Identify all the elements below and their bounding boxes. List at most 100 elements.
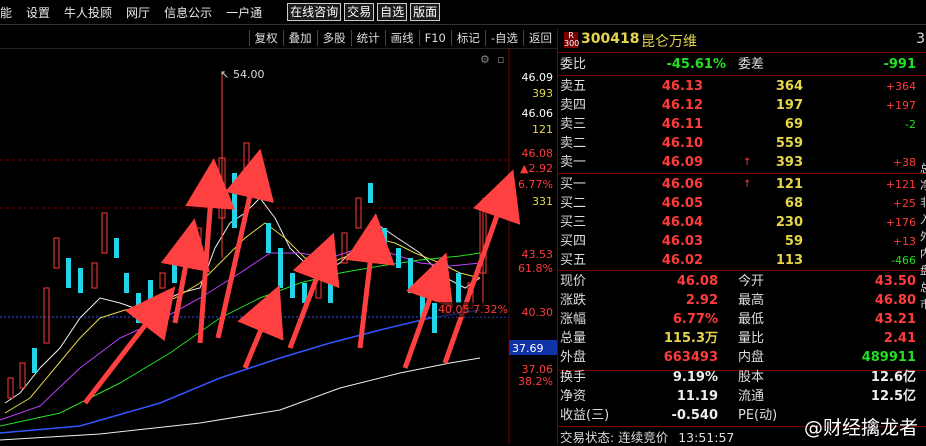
- candle: [408, 258, 413, 293]
- adjust-price-button[interactable]: 复权: [248, 30, 283, 46]
- stat-value: 46.80: [874, 293, 916, 308]
- candle: [91, 262, 98, 289]
- menu-item-functions[interactable]: 能: [0, 4, 12, 21]
- sell-price: 46.11: [661, 117, 703, 132]
- buy-change: +176: [885, 216, 916, 229]
- draw-line-button[interactable]: 画线: [384, 30, 419, 46]
- buy-volume: 121: [775, 177, 803, 192]
- buy-row[interactable]: 买三 46.04 230 +176: [558, 213, 918, 232]
- menu-item-advisor[interactable]: 牛人投顾: [64, 4, 112, 21]
- candle: [328, 273, 333, 303]
- back-button[interactable]: 返回: [523, 30, 557, 46]
- buy-label: 买四: [560, 234, 587, 249]
- sell-volume: 197: [775, 98, 803, 113]
- layout-button[interactable]: 版面: [410, 3, 441, 21]
- candle: [148, 280, 153, 300]
- trade-button[interactable]: 交易: [344, 3, 375, 21]
- buy-price: 46.04: [661, 215, 703, 230]
- stat-label: 换手: [560, 370, 587, 385]
- candle: [114, 238, 119, 258]
- menu-item-settings[interactable]: 设置: [26, 4, 50, 21]
- sell-label: 卖四: [560, 98, 587, 113]
- buy-change: +121: [885, 178, 916, 191]
- divider: [558, 75, 926, 76]
- add-watchlist-button[interactable]: -自选: [484, 30, 523, 46]
- candle: [290, 273, 295, 298]
- stat-label: 收益(三): [560, 408, 610, 423]
- buy-row[interactable]: 买一 46.06 121 +121 ↑: [558, 175, 918, 194]
- stat-value: 9.19%: [672, 370, 718, 385]
- sell-label: 卖五: [560, 79, 587, 94]
- stat-label: 今开: [738, 274, 765, 289]
- sell-volume: 559: [775, 136, 803, 151]
- stat-label: 流通: [738, 389, 765, 404]
- buy-volume: 68: [784, 196, 803, 211]
- axis-price-a: 46.09: [522, 71, 554, 84]
- f10-button[interactable]: F10: [418, 30, 451, 46]
- menu-item-account-link[interactable]: 一户通: [226, 4, 262, 21]
- candle: [19, 362, 26, 389]
- axis-vol-c: 331: [532, 195, 553, 208]
- buy-row[interactable]: 买四 46.03 59 +13: [558, 232, 918, 251]
- sell-row[interactable]: 卖五 46.13 364 +364: [558, 77, 918, 96]
- stat-row: 现价 46.08 今开 43.50: [558, 272, 918, 291]
- sell-row[interactable]: 卖三 46.11 69 -2: [558, 115, 918, 134]
- sell-row[interactable]: 卖四 46.12 197 +197: [558, 96, 918, 115]
- stat-value: 2.41: [883, 331, 916, 346]
- candle: [396, 248, 401, 268]
- candle: [456, 273, 461, 303]
- chart-options-icon[interactable]: ⚙: [480, 53, 490, 66]
- candle: [368, 183, 373, 203]
- statistics-button[interactable]: 统计: [350, 30, 385, 46]
- stat-row: 涨幅 6.77% 最低 43.21: [558, 310, 918, 329]
- sell-row[interactable]: 卖一 46.09 393 +38 ↑: [558, 153, 918, 172]
- stat-value: 663493: [663, 350, 718, 365]
- candlestick-chart[interactable]: ↖ 54.00 46.09 393 46.06 121 46.08 ▲2.92 …: [0, 48, 557, 445]
- menu-bar: 能 设置 牛人投顾 网厅 信息公示 一户通 在线咨询 交易 自选 版面: [0, 0, 926, 25]
- buy-row[interactable]: 买二 46.05 68 +25: [558, 194, 918, 213]
- ratio-value: -45.61%: [666, 57, 726, 72]
- menu-item-online-hall[interactable]: 网厅: [126, 4, 150, 21]
- trade-status-label: 交易状态:: [560, 430, 615, 445]
- chart-collapse-icon[interactable]: ▫: [497, 53, 504, 66]
- trade-status: 交易状态: 连续竞价 13:51:57: [560, 427, 734, 446]
- buy-change: +13: [892, 235, 916, 248]
- sell-row[interactable]: 卖二 46.10 559: [558, 134, 918, 153]
- current-price-label: 37.69: [512, 342, 544, 355]
- ma-line-long: [0, 357, 481, 441]
- stock-name: 昆仑万维: [641, 34, 697, 50]
- axis-level-3-pct: 38.2%: [518, 375, 553, 388]
- buy-change: +25: [892, 197, 916, 210]
- buy-row[interactable]: 买五 46.02 113 -466: [558, 251, 918, 270]
- overlay-button[interactable]: 叠加: [282, 30, 317, 46]
- peak-label: 54.00: [233, 68, 265, 81]
- diff-value: -991: [883, 57, 916, 72]
- right-edge-panel: 总净非入外内盘总市: [920, 160, 926, 313]
- multi-stock-button[interactable]: 多股: [316, 30, 351, 46]
- edge-char: 总: [920, 162, 926, 175]
- axis-change-c: ▲2.92: [520, 162, 553, 175]
- sell-label: 卖一: [560, 155, 587, 170]
- badge-bottom: 300: [564, 39, 580, 48]
- edge-char: 市: [920, 298, 926, 311]
- watchlist-button[interactable]: 自选: [377, 3, 408, 21]
- online-consult-button[interactable]: 在线咨询: [287, 3, 342, 21]
- edge-char: 外: [920, 230, 926, 243]
- candle: [172, 258, 177, 283]
- mark-button[interactable]: 标记: [450, 30, 485, 46]
- stock-code: 300418: [581, 31, 640, 47]
- candle: [101, 212, 108, 254]
- menu-item-disclosure[interactable]: 信息公示: [164, 4, 212, 21]
- axis-level-1-pct: 61.8%: [518, 262, 553, 275]
- axis-price-b: 46.06: [522, 107, 554, 120]
- sell-price: 46.09: [661, 155, 703, 170]
- candle: [136, 293, 141, 323]
- stat-row: 换手 9.19% 股本 12.6亿: [558, 368, 918, 387]
- quote-panel: R 300 300418 昆仑万维 3 委比 -45.61% 委差 -991 卖…: [557, 28, 926, 445]
- divider: [558, 173, 926, 174]
- candle: [66, 258, 71, 288]
- peak-marker: ↖: [220, 68, 229, 81]
- stat-value: -0.540: [671, 408, 718, 423]
- candle: [278, 248, 283, 288]
- divider: [558, 270, 926, 271]
